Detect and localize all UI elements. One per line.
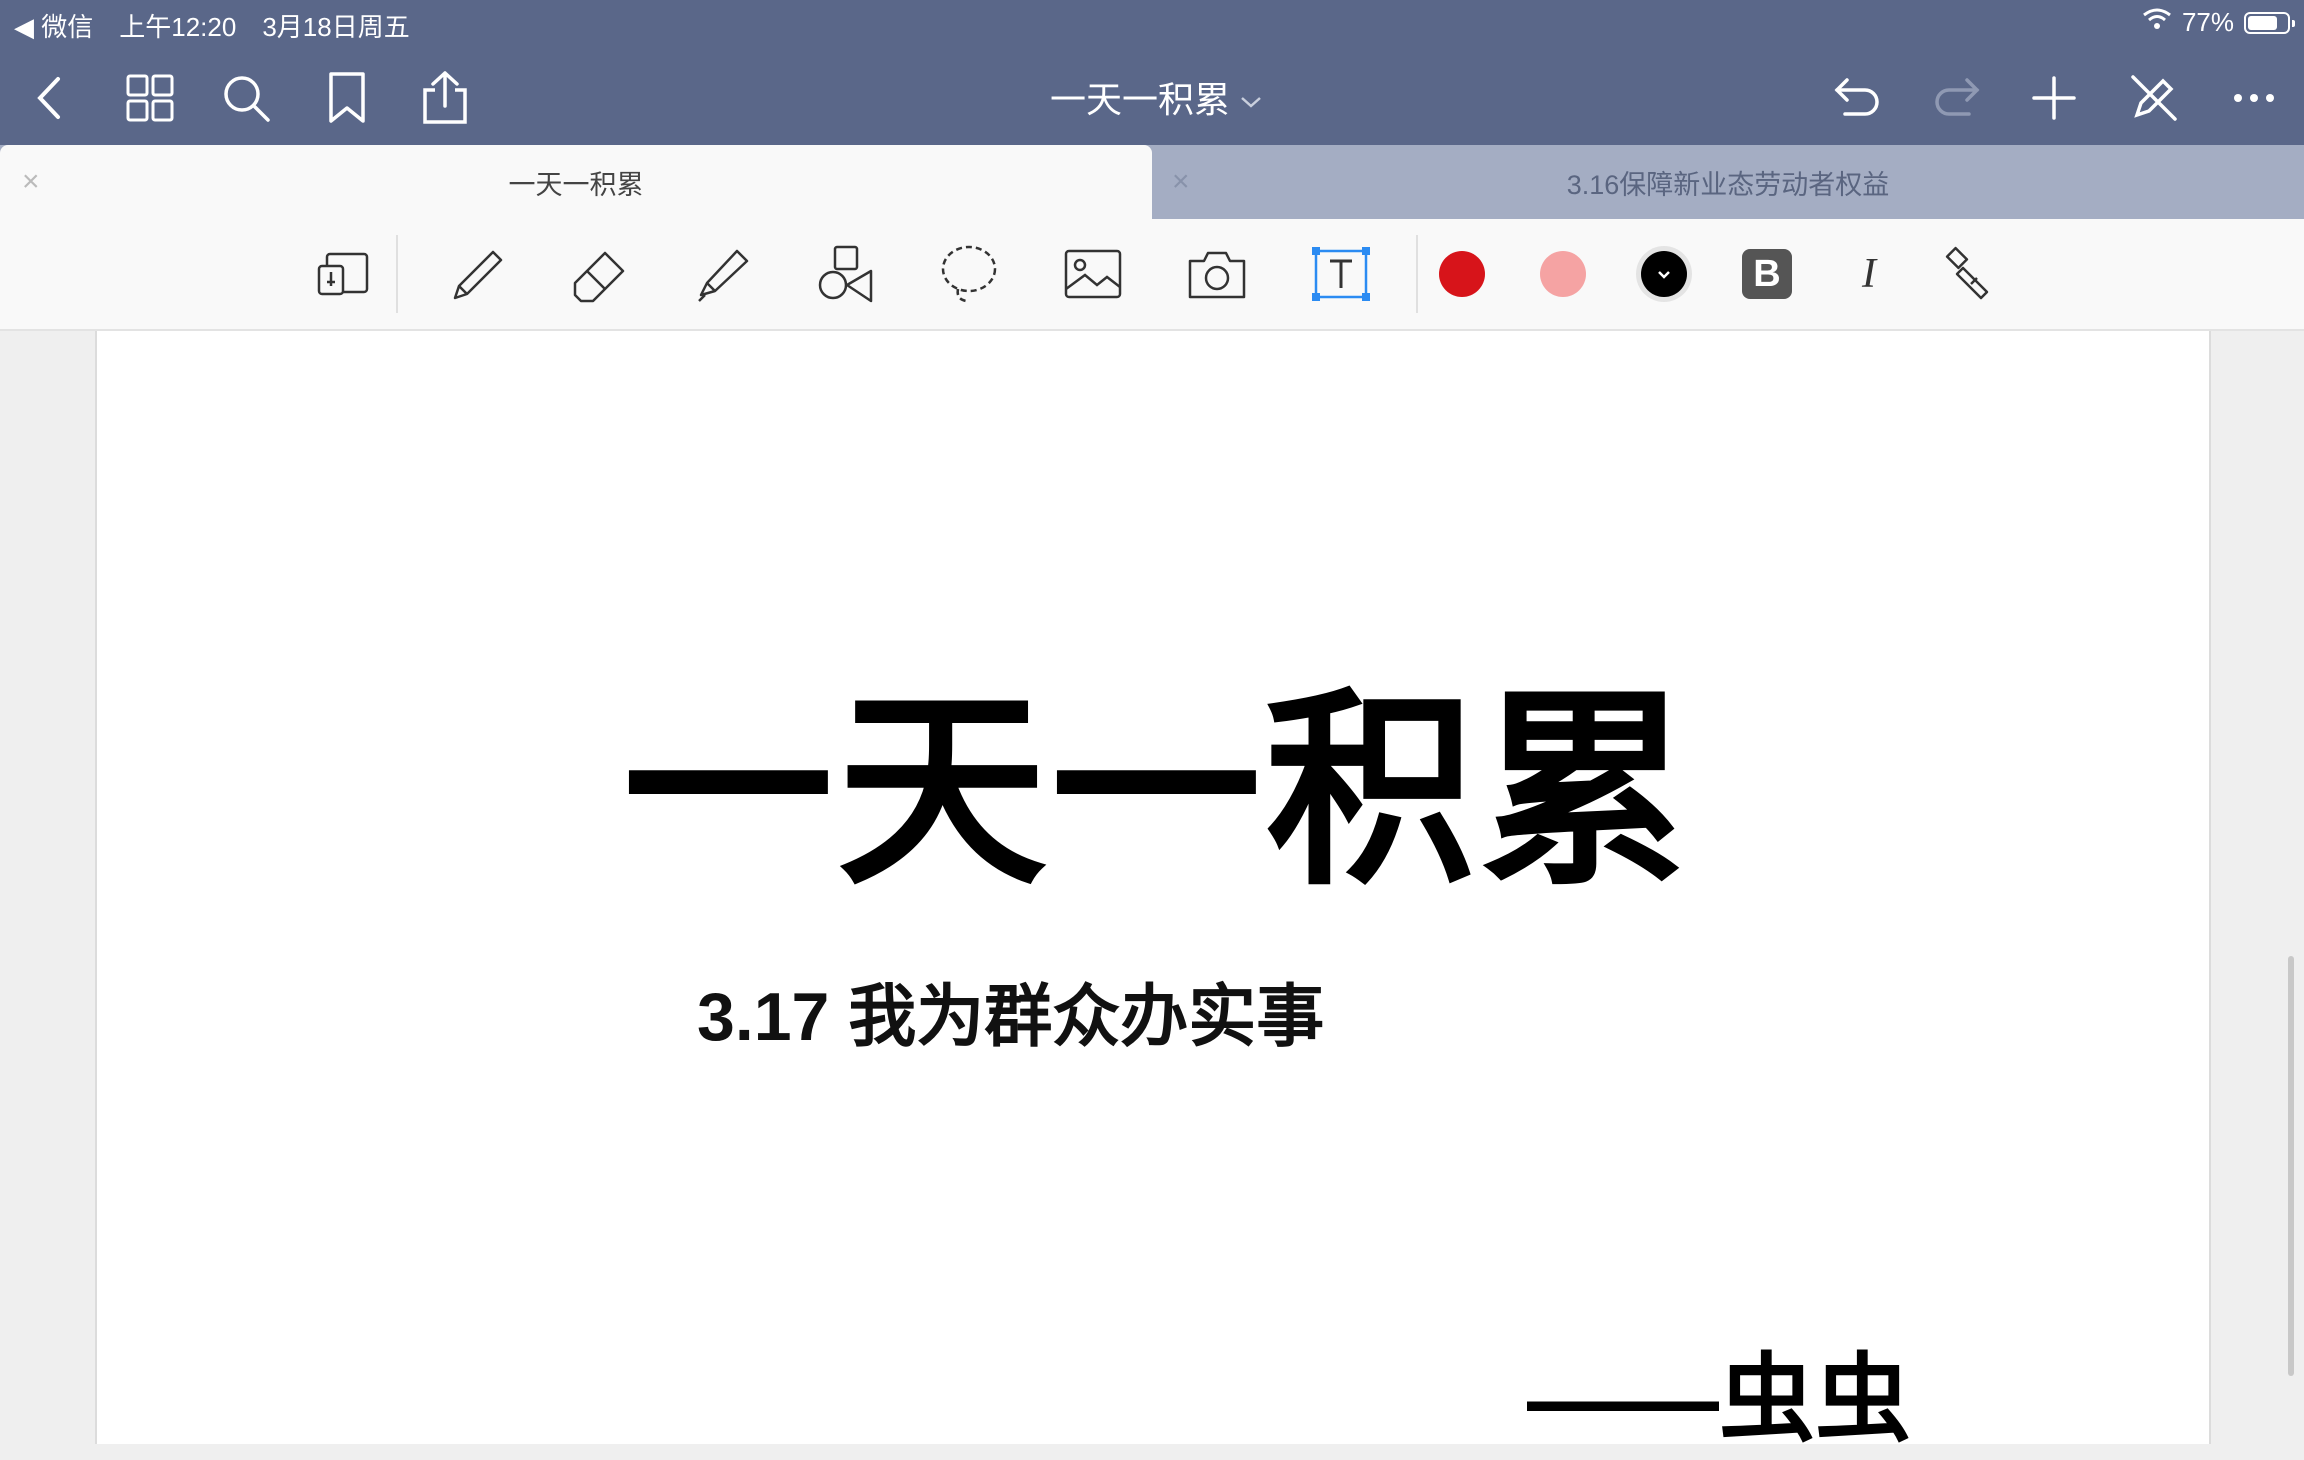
read-mode-icon[interactable] — [308, 239, 378, 309]
wifi-icon — [2142, 7, 2172, 38]
status-date: 3月18日周五 — [262, 12, 410, 42]
color-black-swatch-selected[interactable] — [1641, 251, 1687, 297]
battery-level — [2248, 15, 2278, 30]
color-pink-swatch[interactable] — [1540, 251, 1586, 297]
chevron-down-icon — [1658, 271, 1670, 279]
bold-button[interactable]: B — [1732, 239, 1802, 309]
image-icon[interactable] — [1058, 239, 1128, 309]
redo-icon[interactable] — [1926, 68, 1986, 128]
color-red-swatch[interactable] — [1439, 251, 1485, 297]
shapes-icon[interactable] — [810, 239, 880, 309]
back-icon[interactable] — [20, 68, 80, 128]
app-header: ◀ 微信 上午12:20 3月18日周五 77% 一天一积累 — [0, 0, 2304, 145]
format-painter-icon[interactable] — [1934, 239, 2004, 309]
tab-label: 一天一积累 — [508, 169, 644, 200]
vertical-scrollbar[interactable] — [2288, 956, 2294, 1376]
close-tab-icon[interactable]: × — [1172, 165, 1190, 199]
nav-title-text: 一天一积累 — [1050, 79, 1231, 120]
note-page[interactable]: 一天一积累 3.17 我为群众办实事 ——虫虫 — [95, 331, 2211, 1453]
chevron-down-icon — [1240, 76, 1262, 118]
italic-icon: I — [1862, 251, 1876, 297]
eraser-icon[interactable] — [566, 239, 636, 309]
pen-icon[interactable] — [442, 239, 512, 309]
drawing-toolbar: B I — [0, 219, 2304, 331]
bookmark-icon[interactable] — [317, 68, 377, 128]
document-author: ——虫虫 — [1527, 1346, 1911, 1453]
toolbar-divider — [1416, 235, 1418, 313]
grid-icon[interactable] — [120, 68, 180, 128]
more-icon[interactable] — [2224, 68, 2284, 128]
search-icon[interactable] — [216, 68, 276, 128]
lasso-icon[interactable] — [934, 239, 1004, 309]
share-icon[interactable] — [415, 68, 475, 128]
back-to-app-link[interactable]: ◀ 微信 — [14, 7, 93, 44]
note-canvas[interactable]: 一天一积累 3.17 我为群众办实事 ——虫虫 — [0, 331, 2304, 1453]
plus-icon[interactable] — [2024, 68, 2084, 128]
document-heading: 一天一积累 — [623, 674, 1694, 909]
tab-current-document[interactable]: × 一天一积累 — [0, 145, 1152, 219]
document-tabs: × 一天一积累 × 3.16保障新业态劳动者权益 — [0, 145, 2304, 219]
italic-button[interactable]: I — [1834, 239, 1904, 309]
close-tab-icon[interactable]: × — [22, 165, 40, 199]
tab-other-document[interactable]: × 3.16保障新业态劳动者权益 — [1152, 145, 2304, 219]
document-subtitle: 3.17 我为群众办实事 — [697, 979, 1325, 1055]
battery-percent: 77% — [2181, 7, 2234, 37]
navigation-bar: 一天一积累 — [0, 50, 2304, 142]
highlighter-icon[interactable] — [688, 239, 758, 309]
toolbar-divider — [396, 235, 398, 313]
bold-icon: B — [1742, 249, 1792, 299]
battery-icon — [2244, 11, 2295, 34]
status-bar: ◀ 微信 上午12:20 3月18日周五 77% — [0, 0, 2304, 44]
text-tool-icon[interactable] — [1306, 239, 1376, 309]
camera-icon[interactable] — [1182, 239, 1252, 309]
tab-label: 3.16保障新业态劳动者权益 — [1566, 169, 1890, 200]
document-title-menu[interactable]: 一天一积累 — [1050, 72, 1300, 122]
pen-off-icon[interactable] — [2124, 68, 2184, 128]
undo-icon[interactable] — [1828, 68, 1888, 128]
status-time: 上午12:20 — [119, 12, 237, 42]
